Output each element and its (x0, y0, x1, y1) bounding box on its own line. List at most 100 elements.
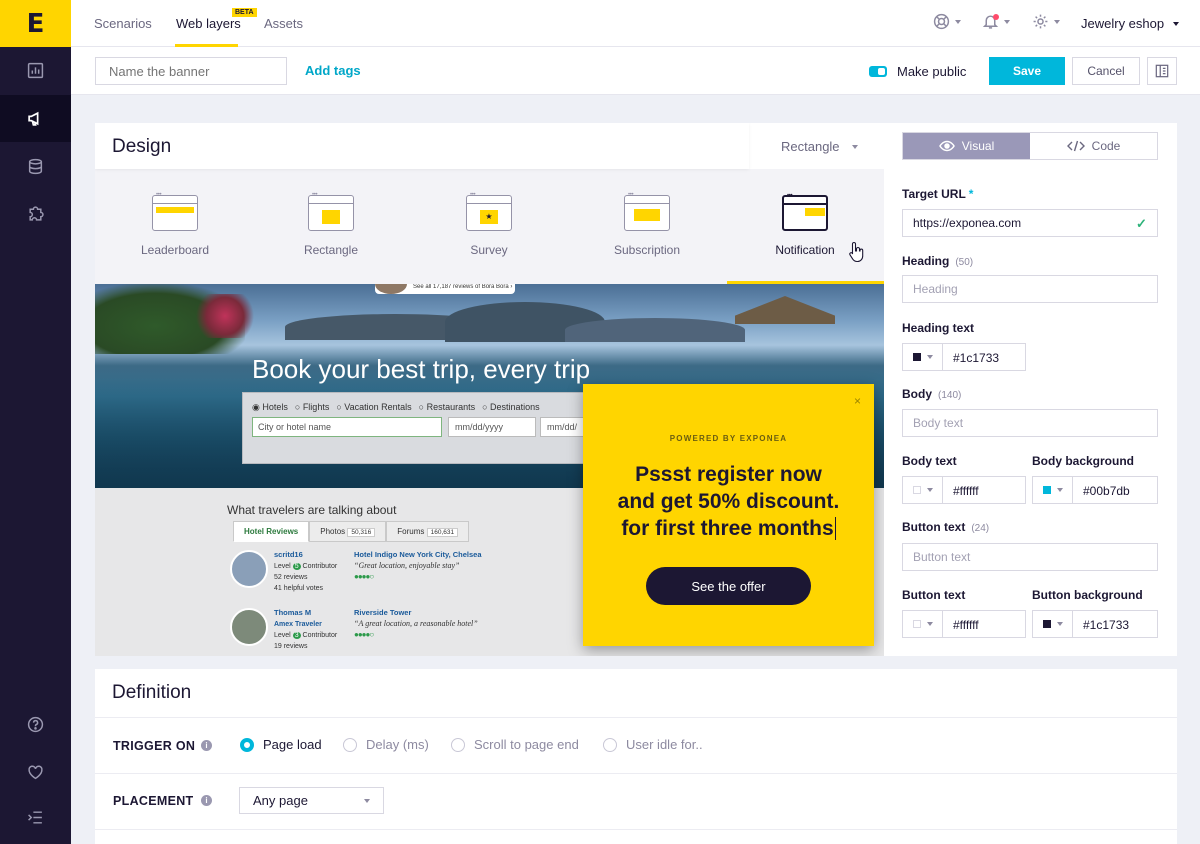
avatar (230, 608, 268, 646)
trigger-page-load[interactable]: Page load (240, 737, 322, 752)
popup-heading-line: for first three months (598, 515, 859, 542)
button-text-color-picker[interactable]: #ffffff (902, 610, 1026, 638)
chevron-down-icon (1054, 19, 1060, 24)
settings-menu[interactable] (1032, 13, 1060, 30)
chevron-down-icon (955, 19, 961, 24)
color-swatch-button[interactable] (903, 611, 943, 637)
body-label: Body (140) (902, 387, 961, 401)
sidebar-item-analytics[interactable] (0, 47, 71, 94)
target-url-input[interactable] (902, 209, 1158, 237)
tab-forums[interactable]: Forums 160,631 (386, 521, 470, 542)
color-swatch-button[interactable] (903, 477, 943, 503)
field-label-text: Button text (902, 520, 966, 534)
tab-scenarios[interactable]: Scenarios (94, 16, 152, 31)
sidebar-item-favorites[interactable] (0, 749, 71, 796)
option-restaurants[interactable]: Restaurants (419, 402, 476, 413)
option-vacation-rentals[interactable]: Vacation Rentals (336, 402, 411, 413)
close-icon[interactable]: × (854, 394, 861, 408)
color-value[interactable]: #1c1733 (943, 344, 1009, 370)
reviews-title: What travelers are talking about (227, 503, 397, 517)
color-swatch-button[interactable] (1033, 611, 1073, 637)
reviewer-meta: Amex Traveler Level 3 Contributor 19 rev… (274, 619, 337, 652)
info-icon[interactable]: i (201, 795, 212, 806)
body-text-color-picker[interactable]: #ffffff (902, 476, 1026, 504)
sidebar-item-data[interactable] (0, 143, 71, 190)
char-limit: (50) (955, 257, 974, 268)
sidebar-item-help[interactable] (0, 701, 71, 748)
add-tags-link[interactable]: Add tags (305, 63, 361, 78)
radio-label: User idle for.. (626, 737, 703, 752)
tab-web-layers[interactable]: Web layers (176, 16, 241, 31)
color-swatch-button[interactable] (1033, 477, 1073, 503)
puzzle-icon (29, 206, 44, 221)
lifebuoy-icon (933, 13, 950, 30)
option-hotels[interactable]: Hotels (252, 402, 288, 413)
notification-dot (993, 14, 999, 20)
required-marker: * (968, 187, 974, 201)
cancel-button[interactable]: Cancel (1072, 57, 1140, 85)
color-swatch-button[interactable] (903, 344, 943, 370)
radio-button (451, 737, 465, 752)
notification-icon (782, 193, 828, 231)
reviewer-name[interactable]: Thomas M (274, 608, 311, 617)
banner-name-input[interactable] (95, 57, 287, 85)
chevron-down-icon (364, 798, 370, 803)
shape-dropdown[interactable]: Rectangle (781, 139, 858, 154)
template-label: Survey (470, 243, 508, 257)
city-input[interactable]: City or hotel name (252, 417, 442, 437)
sidebar-item-collapse[interactable] (0, 794, 71, 841)
tab-visual[interactable]: Visual (903, 133, 1030, 159)
template-subscription[interactable]: Subscription (582, 192, 712, 257)
option-flights[interactable]: Flights (295, 402, 330, 413)
button-background-color-picker[interactable]: #1c1733 (1032, 610, 1158, 638)
template-survey[interactable]: ★ Survey (424, 192, 554, 257)
tab-count: 50,316 (347, 528, 376, 537)
template-leaderboard[interactable]: Leaderboard (110, 192, 240, 257)
template-label: Rectangle (303, 243, 359, 257)
radio-label: Delay (ms) (366, 737, 429, 752)
sidebar-item-integrations[interactable] (0, 190, 71, 237)
see-offer-button[interactable]: See the offer (646, 567, 811, 605)
make-public-toggle[interactable] (869, 66, 887, 77)
checkin-date-input[interactable]: mm/dd/yyyy (448, 417, 536, 437)
review-hotel[interactable]: Hotel Indigo New York City, Chelsea (354, 550, 482, 559)
body-input[interactable] (902, 409, 1158, 437)
save-button[interactable]: Save (989, 57, 1065, 85)
color-value[interactable]: #00b7db (1073, 477, 1140, 503)
color-value[interactable]: #1c1733 (1073, 611, 1139, 637)
info-icon[interactable]: i (201, 740, 212, 751)
notifications-menu[interactable] (982, 13, 1010, 30)
body-background-color-picker[interactable]: #00b7db (1032, 476, 1158, 504)
popup-heading[interactable]: Pssst register now and get 50% discount.… (598, 461, 859, 542)
color-value[interactable]: #ffffff (943, 477, 989, 503)
reviews-count-link[interactable]: See all 17,187 reviews of Bora Bora › (413, 284, 512, 290)
sidebar-item-campaigns[interactable] (0, 95, 71, 142)
color-swatch (912, 486, 921, 494)
button-text-color-label: Button text (902, 588, 966, 602)
color-value[interactable]: #ffffff (943, 611, 989, 637)
tab-photos[interactable]: Photos 50,316 (309, 521, 387, 542)
trigger-scroll-end[interactable]: Scroll to page end (451, 737, 579, 752)
trigger-delay[interactable]: Delay (ms) (343, 737, 429, 752)
template-rectangle[interactable]: Rectangle (266, 192, 396, 257)
heading-input[interactable] (902, 275, 1158, 303)
layout-toggle-button[interactable] (1147, 57, 1177, 85)
tab-label: Forums (397, 527, 425, 536)
placement-dropdown[interactable]: Any page (239, 787, 384, 814)
review-hotel[interactable]: Riverside Tower (354, 608, 411, 617)
tab-hotel-reviews[interactable]: Hotel Reviews (233, 521, 310, 542)
project-switcher[interactable]: Jewelry eshop (1081, 16, 1180, 31)
tab-code[interactable]: Code (1030, 133, 1157, 159)
exponea-logo[interactable]: E (0, 0, 71, 47)
reviewer-name[interactable]: scritd16 (274, 550, 303, 559)
tab-assets[interactable]: Assets (264, 16, 303, 31)
tab-count: 160,631 (426, 528, 459, 537)
button-text-input[interactable] (902, 543, 1158, 571)
field-label-text: Target URL (902, 187, 966, 201)
heading-text-color-picker[interactable]: #1c1733 (902, 343, 1026, 371)
option-destinations[interactable]: Destinations (482, 402, 540, 413)
rating-bubbles: ●●●●○ (354, 572, 374, 581)
support-menu[interactable] (933, 13, 961, 30)
trigger-user-idle[interactable]: User idle for.. (603, 737, 703, 752)
eye-icon (938, 140, 955, 152)
